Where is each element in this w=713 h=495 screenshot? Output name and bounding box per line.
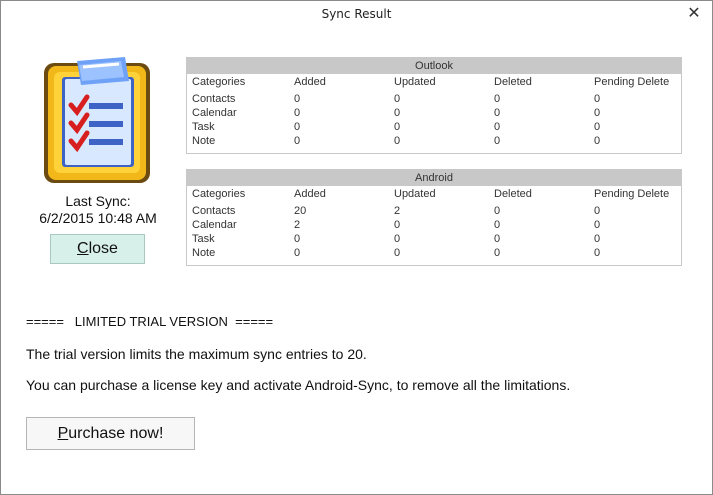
table-cell: 0 bbox=[594, 233, 601, 245]
checklist-clipboard-icon bbox=[44, 57, 150, 183]
table-cell: Calendar bbox=[192, 107, 237, 119]
table-cell: 0 bbox=[394, 247, 401, 259]
trial-limit-text: The trial version limits the maximum syn… bbox=[26, 346, 367, 362]
outlook-grid-title: Outlook bbox=[187, 58, 681, 74]
android-grid: Android Categories Added Updated Deleted… bbox=[186, 169, 682, 266]
table-cell: 0 bbox=[594, 205, 601, 217]
column-header: Deleted bbox=[494, 188, 532, 200]
table-cell: Contacts bbox=[192, 93, 236, 105]
window-title: Sync Result bbox=[321, 7, 392, 21]
table-cell: 0 bbox=[494, 121, 501, 133]
table-row: Task 0 0 0 0 bbox=[187, 120, 681, 134]
table-header-row: Categories Added Updated Deleted Pending… bbox=[187, 186, 681, 204]
table-cell: 0 bbox=[394, 219, 401, 231]
column-header: Categories bbox=[192, 76, 246, 88]
table-cell: 0 bbox=[394, 121, 401, 133]
table-cell: 0 bbox=[494, 233, 501, 245]
table-cell: 0 bbox=[294, 93, 301, 105]
title-bar: Sync Result ✕ bbox=[1, 1, 712, 29]
purchase-button-label: urchase now! bbox=[68, 425, 164, 442]
table-cell: 0 bbox=[594, 93, 601, 105]
table-cell: 0 bbox=[594, 219, 601, 231]
column-header: Pending Delete bbox=[594, 188, 670, 200]
close-button-label: lose bbox=[88, 240, 118, 257]
column-header: Added bbox=[294, 76, 326, 88]
close-button-accel: C bbox=[77, 240, 89, 257]
table-cell: 0 bbox=[494, 93, 501, 105]
table-cell: 20 bbox=[294, 205, 307, 217]
trial-purchase-text: You can purchase a license key and activ… bbox=[26, 377, 571, 393]
column-header: Updated bbox=[394, 76, 436, 88]
table-cell: Note bbox=[192, 135, 216, 147]
table-cell: 0 bbox=[494, 107, 501, 119]
table-cell: 0 bbox=[294, 121, 301, 133]
column-header: Categories bbox=[192, 188, 246, 200]
close-button[interactable]: Close bbox=[50, 234, 145, 264]
column-header: Updated bbox=[394, 188, 436, 200]
table-cell: Note bbox=[192, 247, 216, 259]
last-sync-label: Last Sync: bbox=[65, 193, 131, 209]
table-cell: 0 bbox=[494, 247, 501, 259]
column-header: Deleted bbox=[494, 76, 532, 88]
column-header: Added bbox=[294, 188, 326, 200]
last-sync-info: Last Sync: 6/2/2015 10:48 AM bbox=[23, 193, 173, 227]
table-row: Calendar 2 0 0 0 bbox=[187, 218, 681, 232]
sync-result-window: Sync Result ✕ Last Sync: 6/2/2015 10:48 … bbox=[0, 0, 713, 495]
column-header: Pending Delete bbox=[594, 76, 670, 88]
table-cell: 0 bbox=[294, 107, 301, 119]
table-row: Note 0 0 0 0 bbox=[187, 246, 681, 260]
table-cell: 0 bbox=[294, 135, 301, 147]
table-row: Contacts 20 2 0 0 bbox=[187, 204, 681, 218]
table-cell: Contacts bbox=[192, 205, 236, 217]
table-cell: Task bbox=[192, 121, 215, 133]
outlook-grid: Outlook Categories Added Updated Deleted… bbox=[186, 57, 682, 154]
android-grid-title: Android bbox=[187, 170, 681, 186]
table-cell: 0 bbox=[594, 247, 601, 259]
last-sync-value: 6/2/2015 10:48 AM bbox=[39, 210, 157, 226]
table-cell: 0 bbox=[394, 135, 401, 147]
table-cell: Task bbox=[192, 233, 215, 245]
table-cell: 2 bbox=[394, 205, 401, 217]
table-cell: 0 bbox=[494, 205, 501, 217]
table-cell: 0 bbox=[294, 247, 301, 259]
table-cell: 0 bbox=[394, 93, 401, 105]
outlook-table: Categories Added Updated Deleted Pending… bbox=[187, 74, 681, 148]
android-table: Categories Added Updated Deleted Pending… bbox=[187, 186, 681, 260]
table-cell: 0 bbox=[394, 107, 401, 119]
table-cell: 0 bbox=[594, 135, 601, 147]
table-row: Note 0 0 0 0 bbox=[187, 134, 681, 148]
table-cell: 0 bbox=[594, 107, 601, 119]
table-cell: 0 bbox=[294, 233, 301, 245]
table-cell: 0 bbox=[594, 121, 601, 133]
table-cell: 2 bbox=[294, 219, 301, 231]
table-cell: Calendar bbox=[192, 219, 237, 231]
close-icon[interactable]: ✕ bbox=[684, 4, 704, 24]
table-row: Calendar 0 0 0 0 bbox=[187, 106, 681, 120]
table-row: Contacts 0 0 0 0 bbox=[187, 92, 681, 106]
table-cell: 0 bbox=[394, 233, 401, 245]
trial-banner: ===== LIMITED TRIAL VERSION ===== bbox=[26, 314, 274, 329]
table-cell: 0 bbox=[494, 135, 501, 147]
table-cell: 0 bbox=[494, 219, 501, 231]
table-header-row: Categories Added Updated Deleted Pending… bbox=[187, 74, 681, 92]
table-row: Task 0 0 0 0 bbox=[187, 232, 681, 246]
purchase-now-button[interactable]: Purchase now! bbox=[26, 417, 195, 450]
purchase-button-accel: P bbox=[57, 425, 69, 442]
